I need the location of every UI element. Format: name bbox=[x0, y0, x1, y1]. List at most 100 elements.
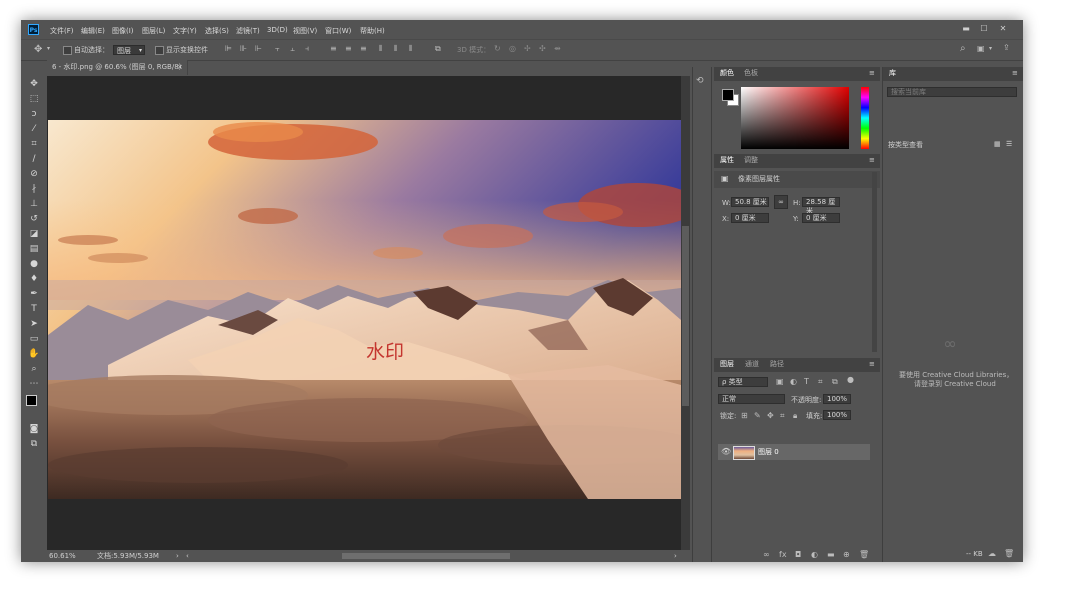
tab-color[interactable]: 颜色 bbox=[720, 70, 734, 77]
align-bottom-icon[interactable]: ⫞ bbox=[305, 45, 309, 53]
filter-pixel-icon[interactable]: ▣ bbox=[776, 378, 784, 386]
roll-3d-icon[interactable]: ◎ bbox=[509, 45, 516, 53]
search-icon[interactable]: ⌕ bbox=[960, 44, 966, 54]
align-top-icon[interactable]: ⫟ bbox=[275, 45, 280, 53]
panel-menu-icon[interactable]: ≡ bbox=[869, 70, 875, 77]
menu-view[interactable]: 视图(V) bbox=[293, 26, 317, 36]
distribute-hcenter-icon[interactable]: ⦀ bbox=[394, 45, 398, 53]
history-brush-tool-icon[interactable]: ↺ bbox=[27, 212, 41, 226]
view-by-type-dropdown[interactable]: 按类型查看 bbox=[888, 142, 923, 149]
align-hcenter-icon[interactable]: ⊪ bbox=[240, 45, 247, 53]
status-menu-arrow-icon[interactable]: › bbox=[176, 553, 179, 560]
pen-tool-icon[interactable]: ✒ bbox=[27, 287, 41, 301]
align-vcenter-icon[interactable]: ⫠ bbox=[290, 45, 295, 53]
x-field[interactable]: 0 厘米 bbox=[731, 213, 769, 223]
libraries-menu-icon[interactable]: ≡ bbox=[1012, 70, 1018, 77]
zoom-tool-icon[interactable]: ⌕ bbox=[27, 362, 41, 376]
menu-window[interactable]: 窗口(W) bbox=[325, 26, 351, 36]
height-field[interactable]: 28.58 厘米 bbox=[802, 197, 840, 215]
dodge-tool-icon[interactable]: ♦ bbox=[27, 272, 41, 286]
menu-layer[interactable]: 图层(L) bbox=[142, 26, 165, 36]
eyedropper-tool-icon[interactable]: ∕ bbox=[27, 152, 41, 166]
lock-transparency-icon[interactable]: ⊞ bbox=[741, 412, 748, 420]
eraser-tool-icon[interactable]: ◪ bbox=[27, 227, 41, 241]
y-field[interactable]: 0 厘米 bbox=[802, 213, 840, 223]
blend-mode-dropdown[interactable]: 正常 bbox=[718, 394, 785, 404]
brush-tool-icon[interactable]: ∤ bbox=[27, 182, 41, 196]
color-picker-field[interactable] bbox=[741, 87, 849, 149]
document-image[interactable]: 水印 bbox=[48, 120, 681, 499]
fill-field[interactable]: 100% bbox=[823, 410, 851, 420]
close-tab-icon[interactable]: × bbox=[177, 64, 183, 71]
share-icon[interactable]: ⇪ bbox=[1003, 44, 1010, 52]
slide-3d-icon[interactable]: ✣ bbox=[539, 45, 546, 53]
tab-channels[interactable]: 通道 bbox=[745, 361, 759, 368]
menu-file[interactable]: 文件(F) bbox=[50, 26, 74, 36]
new-group-icon[interactable]: ▬ bbox=[827, 551, 835, 559]
opacity-field[interactable]: 100% bbox=[823, 394, 851, 404]
crop-tool-icon[interactable]: ⌗ bbox=[27, 137, 41, 151]
lock-position-icon[interactable]: ✥ bbox=[767, 412, 774, 420]
menu-filter[interactable]: 滤镜(T) bbox=[236, 26, 260, 36]
menu-help[interactable]: 帮助(H) bbox=[360, 26, 385, 36]
hue-slider[interactable] bbox=[861, 87, 869, 149]
workspace-dropdown-icon[interactable]: ▾ bbox=[989, 46, 992, 52]
tab-swatches[interactable]: 色板 bbox=[744, 70, 758, 77]
add-mask-icon[interactable]: ◘ bbox=[795, 551, 801, 559]
align-left-icon[interactable]: ⊫ bbox=[225, 45, 232, 53]
list-view-icon[interactable]: ☰ bbox=[1006, 141, 1012, 148]
auto-select-checkbox[interactable] bbox=[63, 46, 72, 55]
lock-all-icon[interactable]: 🔒︎ bbox=[793, 412, 797, 420]
vertical-scrollbar[interactable] bbox=[681, 76, 690, 550]
hand-tool-icon[interactable]: ✋ bbox=[27, 347, 41, 361]
scale-3d-icon[interactable]: ⇴ bbox=[554, 45, 561, 53]
tab-properties[interactable]: 属性 bbox=[720, 157, 734, 164]
drag-3d-icon[interactable]: ✢ bbox=[524, 45, 531, 53]
move-tool-icon[interactable]: ✥ bbox=[27, 77, 41, 91]
lock-artboard-icon[interactable]: ⌗ bbox=[780, 412, 785, 420]
eye-icon[interactable]: 👁︎ bbox=[721, 448, 731, 456]
foreground-color-swatch[interactable] bbox=[26, 395, 37, 406]
marquee-tool-icon[interactable]: ⬚ bbox=[27, 92, 41, 106]
auto-align-icon[interactable]: ⧉ bbox=[435, 45, 441, 53]
preset-dropdown-icon[interactable]: ▾ bbox=[47, 46, 50, 52]
menu-edit[interactable]: 编辑(E) bbox=[81, 26, 105, 36]
width-field[interactable]: 50.8 厘米 bbox=[731, 197, 769, 207]
blur-tool-icon[interactable]: ● bbox=[27, 257, 41, 271]
gradient-tool-icon[interactable]: ▤ bbox=[27, 242, 41, 256]
rotate-3d-icon[interactable]: ↻ bbox=[494, 45, 501, 53]
link-dimensions-icon[interactable]: ∞ bbox=[774, 195, 788, 209]
filter-smart-object-icon[interactable]: ⧉ bbox=[832, 378, 838, 386]
properties-scrollbar[interactable] bbox=[872, 172, 877, 352]
menu-select[interactable]: 选择(S) bbox=[205, 26, 229, 36]
quick-select-tool-icon[interactable]: ⁄ bbox=[27, 122, 41, 136]
minimize-button[interactable]: ▬ bbox=[959, 23, 973, 35]
filter-toggle-icon[interactable]: ● bbox=[847, 376, 854, 384]
horizontal-scroll-thumb[interactable] bbox=[342, 553, 510, 559]
scroll-right-icon[interactable]: › bbox=[674, 553, 677, 560]
filter-shape-icon[interactable]: ⌗ bbox=[818, 378, 823, 386]
library-delete-icon[interactable]: 🗑︎ bbox=[1004, 550, 1014, 558]
distribute-vcenter-icon[interactable]: ≡ bbox=[345, 45, 352, 53]
document-tab[interactable]: 6 - 水印.png @ 60.6% (图层 0, RGB/8) × bbox=[47, 60, 188, 75]
properties-menu-icon[interactable]: ≡ bbox=[869, 157, 875, 164]
layer-row[interactable]: 👁︎ 图层 0 bbox=[718, 444, 870, 460]
distribute-right-icon[interactable]: ⦀ bbox=[409, 45, 413, 53]
delete-layer-icon[interactable]: 🗑︎ bbox=[859, 551, 869, 559]
layer-name[interactable]: 图层 0 bbox=[758, 449, 779, 456]
layer-filter-dropdown[interactable]: ρ 类型 bbox=[718, 377, 768, 387]
healing-brush-tool-icon[interactable]: ⊘ bbox=[27, 167, 41, 181]
new-layer-icon[interactable]: ⊕ bbox=[843, 551, 850, 559]
maximize-button[interactable]: ☐ bbox=[977, 23, 991, 35]
menu-image[interactable]: 图像(I) bbox=[112, 26, 134, 36]
menu-3d[interactable]: 3D(D) bbox=[267, 26, 288, 34]
tab-paths[interactable]: 路径 bbox=[770, 361, 784, 368]
distribute-left-icon[interactable]: ⦀ bbox=[379, 45, 383, 53]
adjustment-layer-icon[interactable]: ◐ bbox=[811, 551, 818, 559]
type-tool-icon[interactable]: T bbox=[27, 302, 41, 316]
lock-pixels-icon[interactable]: ✎ bbox=[754, 412, 761, 420]
grid-view-icon[interactable]: ▦ bbox=[994, 141, 1001, 148]
quick-mask-icon[interactable]: ◙ bbox=[27, 422, 41, 436]
distribute-top-icon[interactable]: ≡ bbox=[330, 45, 337, 53]
tab-layers[interactable]: 图层 bbox=[720, 361, 734, 368]
